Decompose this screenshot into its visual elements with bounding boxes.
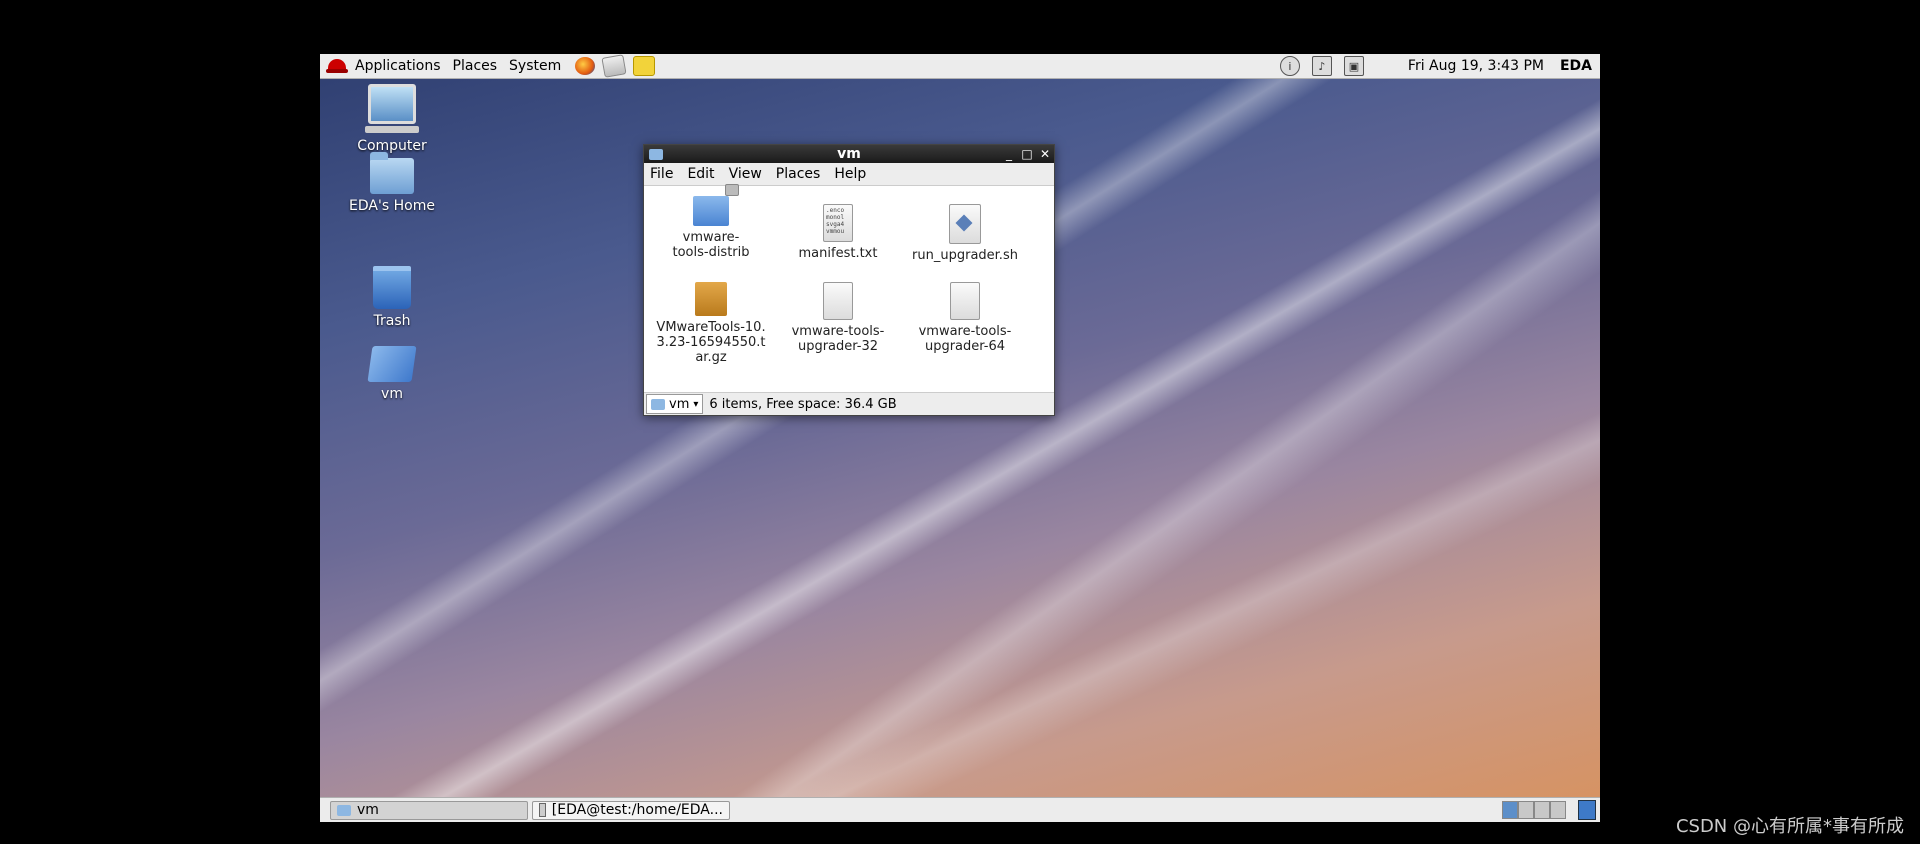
panel-clock[interactable]: Fri Aug 19, 3:43 PM [1408,58,1544,74]
workspace-switcher[interactable] [1502,801,1566,819]
minimize-button[interactable]: _ [1000,147,1018,161]
desktop-icon-trash[interactable]: Trash [337,266,447,329]
file-item[interactable]: vmware-tools-distrib [648,184,774,260]
workspace-3[interactable] [1534,801,1550,819]
file-icon [950,282,980,320]
computer-icon [365,84,419,133]
workspace-4[interactable] [1550,801,1566,819]
trash-icon[interactable] [1578,800,1596,820]
menu-places[interactable]: Places [770,166,829,182]
watermark: CSDN @心有所属*事有所成 [1675,816,1904,837]
desktop-icon-vm[interactable]: vm [337,346,447,402]
window-titlebar[interactable]: vm _ □ ✕ [644,145,1054,163]
file-name: VMwareTools-10.3.23-16594550.tar.gz [656,320,766,365]
taskbar-item-terminal[interactable]: [EDA@test:/home/EDA... [532,800,730,820]
desktop-icon-label: Computer [357,138,427,154]
terminal-icon [539,803,546,817]
redhat-logo-icon [326,59,348,73]
status-text: 6 items, Free space: 36.4 GB [709,396,897,412]
window-title: vm [837,146,861,162]
taskbar-item-vm[interactable]: vm [330,800,528,820]
places-menu[interactable]: Places [447,54,504,78]
user-name[interactable]: EDA [1560,58,1592,74]
lock-icon [725,184,739,196]
window-menubar: File Edit View Places Help [644,163,1054,186]
notes-icon[interactable] [633,56,656,76]
location-select[interactable]: vm ▾ [646,394,704,414]
home-folder-icon [370,152,414,194]
script-file-icon [949,204,981,244]
file-item[interactable]: run_upgrader.sh [902,204,1028,263]
file-name: vmware-tools-upgrader-32 [791,324,885,354]
desktop: Applications Places System i ♪ ▣ Fri Aug… [320,54,1600,822]
folder-icon [651,398,665,410]
close-button[interactable]: ✕ [1036,147,1054,161]
top-panel: Applications Places System i ♪ ▣ Fri Aug… [320,54,1600,79]
file-name: run_upgrader.sh [912,248,1018,263]
workspace-2[interactable] [1518,801,1534,819]
locked-folder-icon [693,184,739,226]
location-value: vm [669,396,690,412]
archive-icon [695,282,727,316]
applications-menu[interactable]: Applications [349,54,447,78]
maximize-button[interactable]: □ [1018,147,1036,161]
workspace-1[interactable] [1502,801,1518,819]
file-item[interactable]: VMwareTools-10.3.23-16594550.tar.gz [648,282,774,365]
desktop-icon-label: EDA's Home [349,198,435,214]
file-view[interactable]: vmware-tools-distrib .enco monol svga4 v… [644,184,1054,391]
menu-help[interactable]: Help [828,166,874,182]
volume-icon[interactable]: ♪ [1311,56,1332,76]
text-file-icon: .enco monol svga4 vmmou [823,204,853,242]
file-item[interactable]: vmware-tools-upgrader-32 [775,282,901,354]
clock-icon[interactable]: i [1279,56,1300,76]
folder-icon [337,804,351,816]
firefox-icon[interactable] [575,57,596,75]
file-item[interactable]: .enco monol svga4 vmmou manifest.txt [775,204,901,261]
file-name: manifest.txt [798,246,878,261]
desktop-icon-home[interactable]: EDA's Home [337,152,447,214]
desktop-icon-label: vm [381,386,403,402]
file-item[interactable]: vmware-tools-upgrader-64 [902,282,1028,354]
bottom-panel: vm [EDA@test:/home/EDA... [320,797,1600,822]
task-label: [EDA@test:/home/EDA... [551,802,723,818]
file-icon [823,282,853,320]
menu-file[interactable]: File [644,166,681,182]
file-name: vmware-tools-upgrader-64 [918,324,1012,354]
trash-icon [373,266,411,309]
desktop-icon-label: Trash [373,313,411,329]
menu-view[interactable]: View [723,166,770,182]
mail-icon[interactable] [601,54,627,78]
task-label: vm [357,802,379,818]
network-icon[interactable]: ▣ [1343,56,1364,76]
file-name: vmware-tools-distrib [672,230,750,260]
status-bar: vm ▾ 6 items, Free space: 36.4 GB [644,392,1054,415]
system-menu[interactable]: System [503,54,567,78]
folder-icon [367,346,417,382]
file-manager-window: vm _ □ ✕ File Edit View Places Help vmwa… [643,144,1055,416]
desktop-icon-computer[interactable]: Computer [337,84,447,154]
chevron-down-icon: ▾ [693,398,699,410]
menu-edit[interactable]: Edit [681,166,722,182]
